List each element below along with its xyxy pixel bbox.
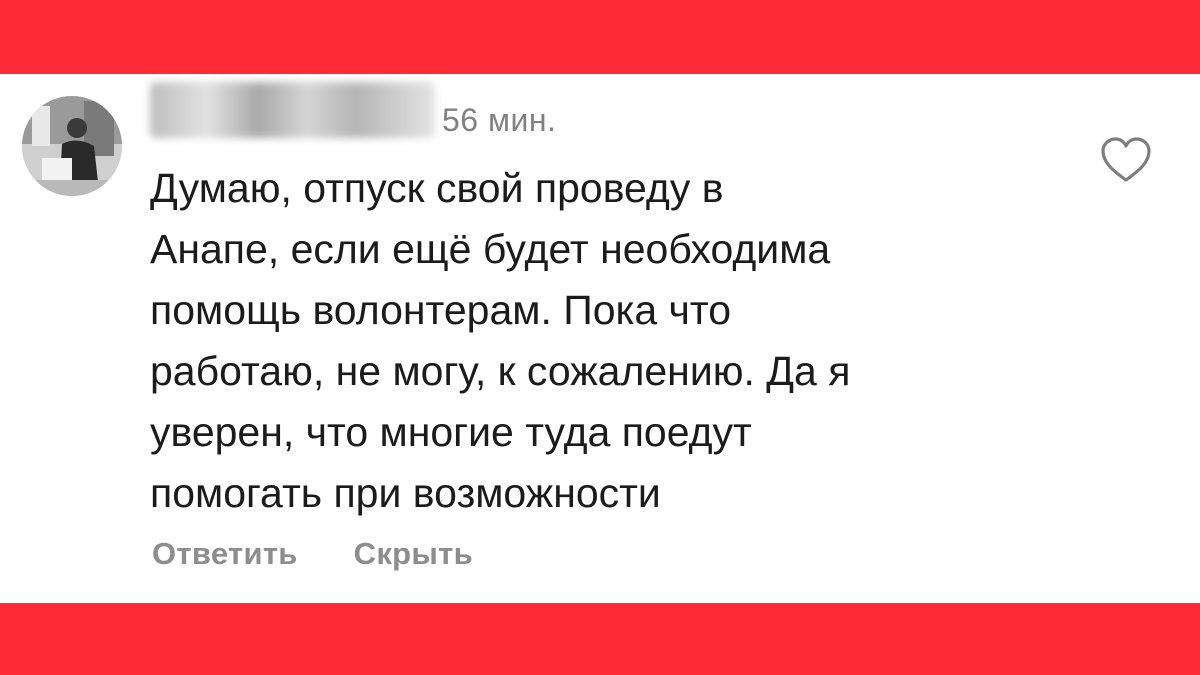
- comment-timestamp: 56 мин.: [442, 102, 557, 138]
- comment-actions: Ответить Скрыть: [152, 536, 473, 572]
- comment-text: Думаю, отпуск свой проведу в Анапе, если…: [150, 165, 851, 516]
- bottom-red-band: [0, 603, 1200, 675]
- avatar[interactable]: [22, 96, 122, 196]
- comment-card: 56 мин. Думаю, отпуск свой проведу в Ана…: [0, 74, 1200, 603]
- avatar-photo-icon: [22, 96, 122, 196]
- reply-button[interactable]: Ответить: [152, 536, 298, 572]
- hide-button[interactable]: Скрыть: [354, 536, 473, 572]
- heart-outline-icon[interactable]: [1100, 136, 1152, 184]
- top-red-band: [0, 0, 1200, 74]
- author-name-blurred[interactable]: [150, 82, 435, 138]
